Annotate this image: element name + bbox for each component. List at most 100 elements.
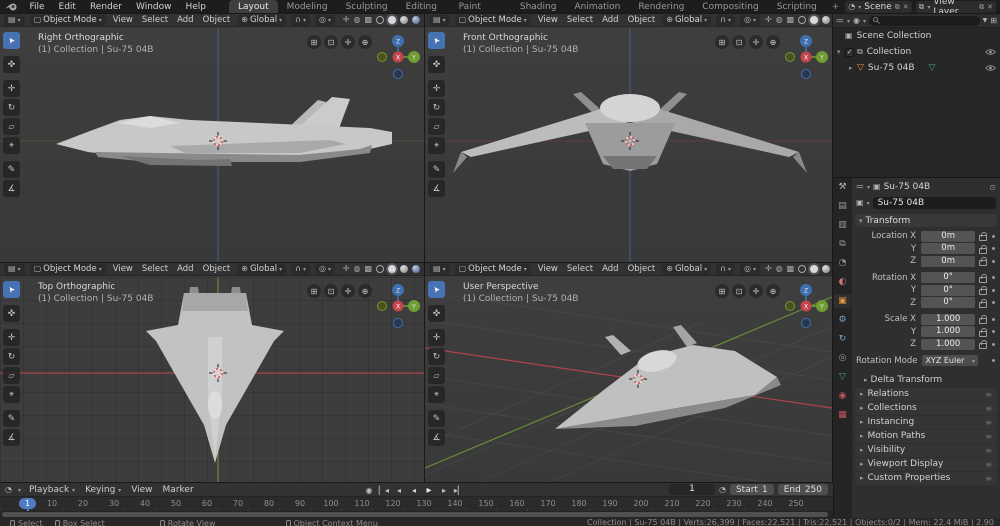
tab-texture-paint[interactable]: Texture Paint xyxy=(450,0,511,14)
proportional-edit-toggle[interactable]: ◎ xyxy=(315,15,335,26)
new-collection-icon[interactable]: ⊞ xyxy=(990,17,997,25)
rotate-tool[interactable] xyxy=(428,348,445,365)
xray-toggle-icon[interactable]: ▩ xyxy=(364,265,372,273)
auto-keying-button[interactable] xyxy=(363,484,375,496)
animate-dot[interactable] xyxy=(992,343,995,346)
menu-edit[interactable]: Edit xyxy=(52,0,83,14)
rotation-mode-dropdown[interactable]: XYZ Euler xyxy=(922,355,978,366)
tab-texture[interactable]: ▦ xyxy=(834,408,851,422)
object-name-field[interactable]: Su-75 04B xyxy=(873,197,996,209)
menu-add[interactable]: Add xyxy=(600,15,620,25)
zoom-view-button[interactable] xyxy=(358,35,372,49)
rotate-tool[interactable] xyxy=(3,348,20,365)
proportional-edit-toggle[interactable]: ◎ xyxy=(740,264,760,275)
proportional-edit-toggle[interactable]: ◎ xyxy=(740,15,760,26)
transform-tool[interactable] xyxy=(3,137,20,154)
shading-solid-button[interactable] xyxy=(810,16,818,24)
tab-scripting[interactable]: Scripting xyxy=(768,0,826,14)
drag-grip-icon[interactable]: ≡ xyxy=(985,460,992,469)
panel-visibility[interactable]: ▸Visibility≡ xyxy=(855,444,997,457)
overlays-toggle-icon[interactable]: ◍ xyxy=(353,265,360,273)
location-x-field[interactable]: 0m xyxy=(921,231,975,242)
orientation-dropdown[interactable]: ⊕Global xyxy=(237,15,286,26)
lock-icon[interactable] xyxy=(979,235,987,241)
menu-playback[interactable]: Playback xyxy=(27,485,77,495)
scale-y-field[interactable]: 1.000 xyxy=(921,326,975,337)
animate-dot[interactable] xyxy=(992,359,995,362)
jump-to-start-button[interactable] xyxy=(378,484,390,496)
zoom-view-button[interactable] xyxy=(766,35,780,49)
current-frame-indicator[interactable]: 1 xyxy=(19,498,36,509)
next-keyframe-button[interactable] xyxy=(438,484,450,496)
display-mode-icon[interactable]: ◉ xyxy=(853,17,860,25)
panel-motion-paths[interactable]: ▸Motion Paths≡ xyxy=(855,430,997,443)
scale-tool[interactable] xyxy=(3,118,20,135)
navigation-gizmo[interactable]: Z Y X xyxy=(375,31,421,83)
tab-animation[interactable]: Animation xyxy=(565,0,629,14)
move-tool[interactable] xyxy=(3,329,20,346)
menu-add[interactable]: Add xyxy=(175,264,195,274)
shading-solid-button[interactable] xyxy=(388,16,396,24)
viewport-canvas[interactable]: Right Orthographic (1) Collection | Su-7… xyxy=(0,28,424,262)
mode-dropdown[interactable]: ▢Object Mode xyxy=(455,15,531,26)
play-button[interactable] xyxy=(423,484,435,496)
move-tool[interactable] xyxy=(3,80,20,97)
pin-icon[interactable]: ⊙ xyxy=(989,183,996,192)
add-workspace-button[interactable]: + xyxy=(826,1,846,14)
xray-toggle-icon[interactable]: ▩ xyxy=(787,265,795,273)
lock-icon[interactable] xyxy=(979,331,987,337)
eye-icon[interactable] xyxy=(985,64,996,72)
annotate-tool[interactable] xyxy=(3,410,20,427)
lock-icon[interactable] xyxy=(979,318,987,324)
drag-grip-icon[interactable]: ≡ xyxy=(985,432,992,441)
pan-view-button[interactable] xyxy=(749,284,763,298)
menu-view[interactable]: View xyxy=(536,15,560,25)
outliner-row-scene-collection[interactable]: ▣ Scene Collection xyxy=(833,28,1000,44)
shading-material-button[interactable] xyxy=(822,265,830,273)
scale-tool[interactable] xyxy=(3,367,20,384)
rotation-x-field[interactable]: 0° xyxy=(921,272,975,283)
rotate-tool[interactable] xyxy=(3,99,20,116)
tab-constraints[interactable]: ◎ xyxy=(834,351,851,365)
new-scene-icon[interactable] xyxy=(895,4,900,11)
zoom-view-button[interactable] xyxy=(766,284,780,298)
menu-render[interactable]: Render xyxy=(83,0,129,14)
transform-tool[interactable] xyxy=(3,386,20,403)
annotate-tool[interactable] xyxy=(428,410,445,427)
orientation-dropdown[interactable]: ⊕Global xyxy=(662,264,711,275)
menu-add[interactable]: Add xyxy=(600,264,620,274)
viewport-front-orthographic[interactable]: ▤ ▢Object Mode View Select Add Object ⊕G… xyxy=(425,14,832,262)
gizmo-toggle-icon[interactable]: ✛ xyxy=(343,265,350,273)
outliner-row-collection[interactable]: ▾ ✓ ⧉ Collection xyxy=(833,44,1000,60)
tab-modeling[interactable]: Modeling xyxy=(278,0,337,14)
menu-add[interactable]: Add xyxy=(175,15,195,25)
filter-funnel-icon[interactable]: ▼ xyxy=(983,18,988,24)
animate-dot[interactable] xyxy=(992,301,995,304)
drag-grip-icon[interactable]: ≡ xyxy=(985,418,992,427)
navigation-gizmo[interactable]: Z Y X xyxy=(783,280,829,332)
rotation-y-field[interactable]: 0° xyxy=(921,285,975,296)
timeline-editor-type-icon[interactable]: ◔ xyxy=(5,486,12,494)
tab-shading[interactable]: Shading xyxy=(511,0,566,14)
menu-select[interactable]: Select xyxy=(565,15,595,25)
ortho-toggle-button[interactable] xyxy=(307,35,321,49)
menu-file[interactable]: File xyxy=(22,0,51,14)
jump-to-end-button[interactable] xyxy=(453,484,465,496)
snap-toggle[interactable]: ∩ xyxy=(291,15,310,26)
previous-keyframe-button[interactable] xyxy=(393,484,405,496)
tab-object-data[interactable]: ▽ xyxy=(834,370,851,384)
editor-type-button[interactable]: ▤ xyxy=(4,264,25,275)
tab-view-layer[interactable]: ⧉ xyxy=(834,237,851,251)
menu-view[interactable]: View xyxy=(536,264,560,274)
menu-object[interactable]: Object xyxy=(626,264,658,274)
scale-x-field[interactable]: 1.000 xyxy=(921,314,975,325)
select-box-tool[interactable] xyxy=(428,281,445,298)
animate-dot[interactable] xyxy=(992,318,995,321)
tab-modifiers[interactable]: ⚙ xyxy=(834,313,851,327)
lock-icon[interactable] xyxy=(979,302,987,308)
cursor-tool[interactable] xyxy=(428,305,445,322)
ortho-toggle-button[interactable] xyxy=(307,284,321,298)
animate-dot[interactable] xyxy=(992,247,995,250)
editor-type-button[interactable]: ▤ xyxy=(429,15,450,26)
tab-layout[interactable]: Layout xyxy=(229,0,278,14)
